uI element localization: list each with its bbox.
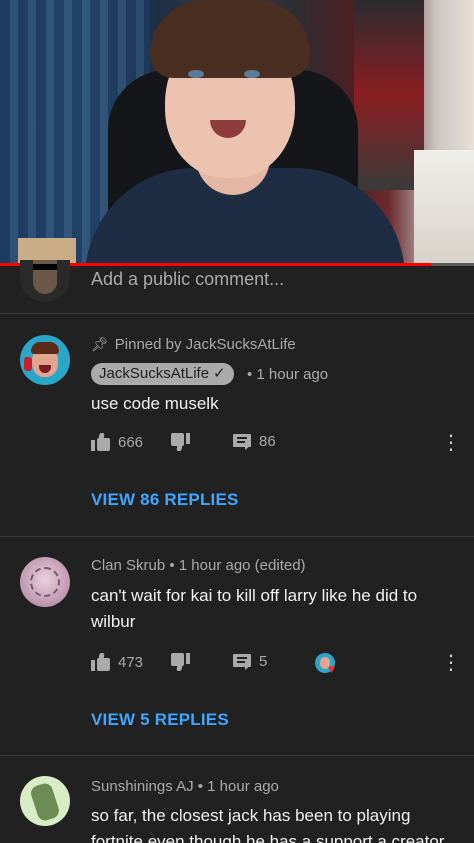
dislike-button[interactable] (171, 653, 190, 671)
comment-timestamp: • 1 hour ago (247, 366, 329, 383)
reply-button[interactable]: 86 (233, 433, 276, 450)
thumbs-up-icon (91, 653, 110, 671)
author-line: Clan Skrub • 1 hour ago (edited) (91, 557, 306, 574)
like-count: 473 (118, 653, 144, 671)
creator-heart: ♥ (315, 653, 336, 676)
reply-count: 5 (259, 653, 268, 670)
add-comment-row[interactable]: Add a public comment... (0, 260, 474, 314)
dislike-button[interactable] (171, 433, 190, 451)
reply-bubble-icon (233, 653, 251, 670)
comment-text: can't wait for kai to kill off larry lik… (91, 586, 418, 631)
reply-count: 86 (259, 433, 276, 450)
comment-text: use code muselk (91, 394, 219, 413)
like-count: 666 (118, 433, 144, 451)
like-button[interactable]: 473 (91, 653, 143, 671)
commenter-avatar[interactable] (20, 776, 70, 826)
verified-check-icon: ✓ (213, 365, 226, 382)
comment-item: 📌︎ Pinned by JackSucksAtLife JackSucksAtL… (0, 315, 474, 537)
thumbs-down-icon (171, 433, 190, 451)
comment-item: Clan Skrub • 1 hour ago (edited) can't w… (0, 537, 474, 756)
commenter-avatar[interactable] (20, 335, 70, 385)
reply-button[interactable]: 5 (233, 653, 267, 670)
video-person (244, 70, 260, 78)
thumbs-up-icon (91, 433, 110, 451)
pin-icon: 📌︎ (91, 336, 109, 352)
author-name: JackSucksAtLife (99, 365, 210, 382)
video-player[interactable] (0, 0, 474, 264)
video-person (188, 70, 204, 78)
reply-bubble-icon (233, 433, 251, 450)
author-line: Sunshinings AJ • 1 hour ago (91, 778, 279, 795)
comment-actions: 473 5 ♥ ⋮ (91, 653, 461, 677)
video-person (150, 0, 310, 78)
thumbs-down-icon (171, 653, 190, 671)
view-replies-button[interactable]: VIEW 86 REPLIES (91, 490, 239, 510)
comment-text: so far, the closest jack has been to pla… (91, 806, 445, 843)
comment-actions: 666 86 ⋮ (91, 433, 461, 457)
commenter-avatar[interactable] (20, 557, 70, 607)
author-chip[interactable]: JackSucksAtLife ✓ (91, 363, 234, 385)
more-vertical-icon[interactable]: ⋮ (441, 653, 461, 677)
more-vertical-icon[interactable]: ⋮ (441, 433, 461, 457)
like-button[interactable]: 666 (91, 433, 143, 451)
video-background (414, 150, 474, 264)
user-avatar (20, 260, 70, 302)
pinned-label: 📌︎ Pinned by JackSucksAtLife (91, 336, 296, 353)
comment-item: Sunshinings AJ • 1 hour ago so far, the … (0, 756, 474, 843)
add-comment-input[interactable]: Add a public comment... (91, 269, 284, 290)
creator-heart-icon: ♥ (328, 662, 336, 676)
view-replies-button[interactable]: VIEW 5 REPLIES (91, 710, 229, 730)
